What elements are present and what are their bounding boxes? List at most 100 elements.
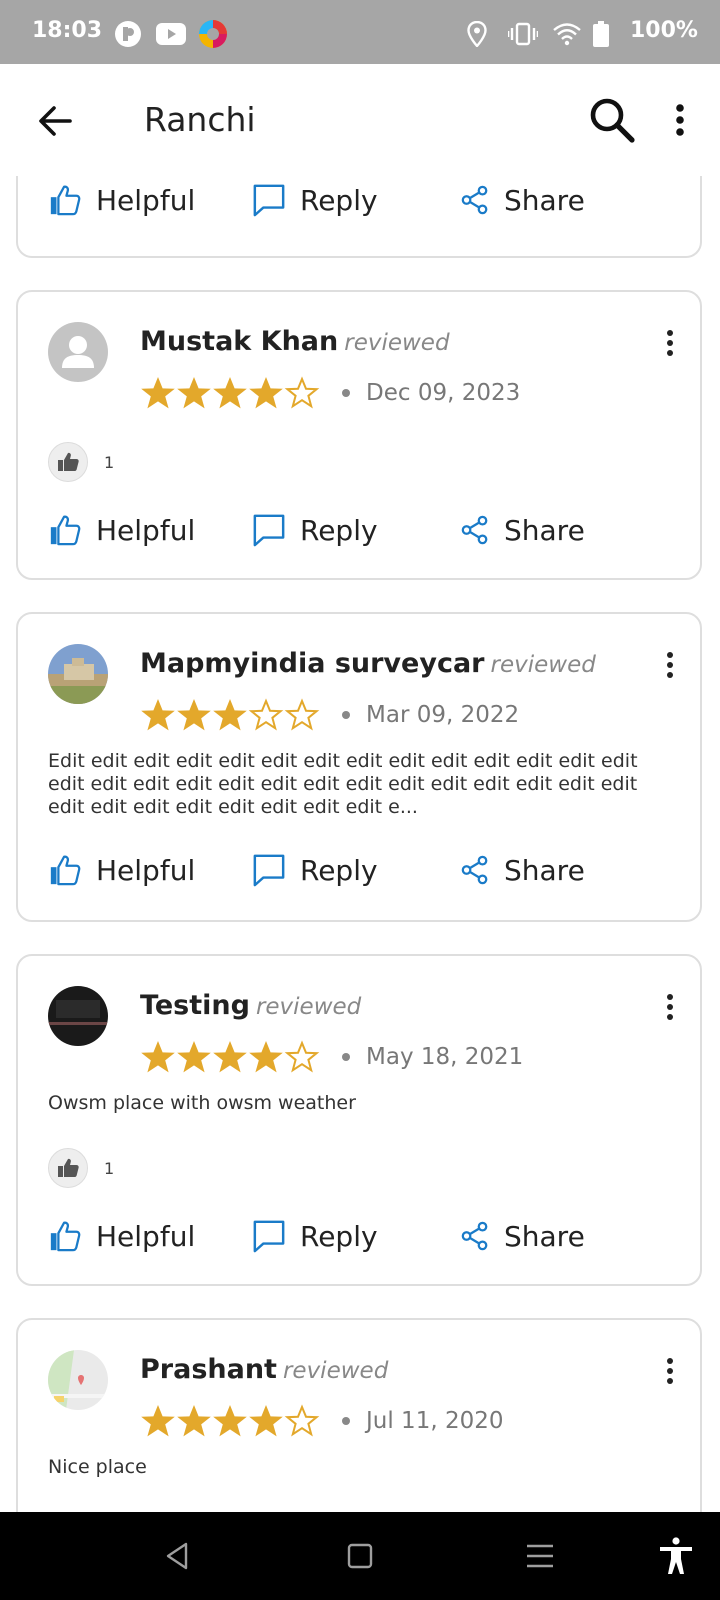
search-button[interactable] bbox=[588, 96, 636, 144]
status-time: 18:03 bbox=[32, 18, 103, 43]
reviewed-tag: reviewed bbox=[490, 652, 596, 678]
reply-button[interactable]: Reply bbox=[252, 176, 378, 228]
nav-home-icon[interactable] bbox=[340, 1536, 380, 1576]
reply-label: Reply bbox=[300, 183, 378, 217]
avatar[interactable] bbox=[48, 322, 108, 382]
reviewed-tag: reviewed bbox=[344, 330, 450, 356]
reviewed-tag: reviewed bbox=[255, 994, 362, 1020]
reviewer-name[interactable]: Mapmyindia surveycar bbox=[140, 648, 485, 679]
nav-recents-icon[interactable] bbox=[520, 1536, 560, 1576]
reviewer-line: Mustak Khan reviewed bbox=[140, 326, 450, 357]
star-filled-icon bbox=[248, 1040, 284, 1074]
helpful-button[interactable]: Helpful bbox=[48, 176, 195, 228]
reviewer-name[interactable]: Testing bbox=[140, 990, 250, 1021]
wifi-icon bbox=[552, 22, 582, 46]
like-badge bbox=[48, 1148, 88, 1188]
review-card: Helpful Reply Share bbox=[16, 176, 702, 258]
user-photo-icon bbox=[48, 644, 108, 704]
map-thumbnail-icon bbox=[48, 1350, 108, 1410]
thumbs-up-icon bbox=[48, 513, 82, 547]
rating-stars: Dec 09, 2023 bbox=[140, 376, 520, 410]
helpful-label: Helpful bbox=[96, 1219, 196, 1253]
share-icon bbox=[460, 1221, 490, 1251]
like-count: 1 bbox=[104, 1158, 115, 1178]
separator-dot bbox=[342, 1417, 350, 1425]
review-text[interactable]: Edit edit edit edit edit edit edit edit … bbox=[48, 750, 668, 819]
star-empty-icon bbox=[284, 1040, 320, 1074]
avatar[interactable] bbox=[48, 1350, 108, 1410]
rating-stars: Jul 11, 2020 bbox=[140, 1404, 503, 1438]
reviewer-name[interactable]: Mustak Khan bbox=[140, 326, 338, 357]
reply-button[interactable]: Reply bbox=[252, 502, 378, 558]
reviewed-tag: reviewed bbox=[282, 1358, 389, 1384]
star-filled-icon bbox=[140, 1404, 176, 1438]
arrow-left-icon bbox=[39, 106, 72, 136]
star-filled-icon bbox=[212, 376, 248, 410]
review-actions: Helpful Reply Share bbox=[18, 176, 704, 228]
star-filled-icon bbox=[176, 1404, 212, 1438]
helpful-button[interactable]: Helpful bbox=[48, 842, 195, 898]
share-icon bbox=[460, 185, 490, 215]
review-card: Mapmyindia surveycar reviewed Mar 09, 202… bbox=[16, 612, 702, 922]
helpful-button[interactable]: Helpful bbox=[48, 1208, 195, 1264]
overflow-menu-button[interactable] bbox=[668, 100, 692, 140]
accessibility-icon[interactable] bbox=[656, 1536, 696, 1576]
battery-percent: 100% bbox=[630, 18, 698, 43]
review-date: Dec 09, 2023 bbox=[366, 380, 521, 406]
helpful-label: Helpful bbox=[96, 853, 196, 887]
avatar[interactable] bbox=[48, 644, 108, 704]
star-filled-icon bbox=[248, 376, 284, 410]
thumbs-up-icon bbox=[48, 853, 82, 887]
review-more-icon[interactable] bbox=[662, 650, 678, 680]
share-icon bbox=[460, 855, 490, 885]
helpful-label: Helpful bbox=[96, 513, 196, 547]
avatar[interactable] bbox=[48, 986, 108, 1046]
default-user-icon bbox=[48, 322, 108, 382]
reviews-list[interactable]: Helpful Reply Share Mustak Khanreviewed bbox=[0, 176, 720, 1512]
reviewer-line: Testing reviewed bbox=[140, 990, 361, 1021]
system-nav-bar bbox=[0, 1512, 720, 1600]
review-actions: Helpful Reply Share bbox=[18, 502, 704, 558]
reply-label: Reply bbox=[300, 513, 378, 547]
star-filled-icon bbox=[212, 698, 248, 732]
app-notification-icon bbox=[114, 21, 142, 47]
review-card: Mustak Khan reviewed Dec 09, 2023 1 Helpf… bbox=[16, 290, 702, 580]
nav-back-icon[interactable] bbox=[158, 1536, 198, 1576]
separator-dot bbox=[342, 389, 350, 397]
share-button[interactable]: Share bbox=[460, 502, 585, 558]
star-filled-icon bbox=[248, 1404, 284, 1438]
star-filled-icon bbox=[140, 376, 176, 410]
chat-bubble-icon bbox=[252, 513, 286, 547]
star-filled-icon bbox=[212, 1404, 248, 1438]
back-button[interactable] bbox=[34, 98, 80, 144]
share-button[interactable]: Share bbox=[460, 176, 585, 228]
reply-label: Reply bbox=[300, 853, 378, 887]
review-actions: Helpful Reply Share bbox=[18, 842, 704, 898]
share-button[interactable]: Share bbox=[460, 1208, 585, 1264]
reply-button[interactable]: Reply bbox=[252, 1208, 378, 1264]
like-count-row: 1 bbox=[48, 442, 114, 482]
app-bar: Ranchi bbox=[0, 64, 720, 176]
star-filled-icon bbox=[176, 1040, 212, 1074]
star-empty-icon bbox=[284, 698, 320, 732]
star-filled-icon bbox=[212, 1040, 248, 1074]
review-more-icon[interactable] bbox=[662, 1356, 678, 1386]
separator-dot bbox=[342, 711, 350, 719]
helpful-button[interactable]: Helpful bbox=[48, 502, 195, 558]
review-text[interactable]: Nice place bbox=[48, 1456, 668, 1479]
review-more-icon[interactable] bbox=[662, 328, 678, 358]
share-label: Share bbox=[504, 853, 585, 887]
reply-label: Reply bbox=[300, 1219, 378, 1253]
thumbs-up-icon bbox=[56, 450, 80, 474]
chat-bubble-icon bbox=[252, 183, 286, 217]
review-date: Mar 09, 2022 bbox=[366, 702, 520, 728]
review-more-icon[interactable] bbox=[662, 992, 678, 1022]
chat-bubble-icon bbox=[252, 853, 286, 887]
like-badge bbox=[48, 442, 88, 482]
review-text[interactable]: Owsm place with owsm weather bbox=[48, 1092, 668, 1115]
review-date: Jul 11, 2020 bbox=[366, 1408, 504, 1434]
reviewer-name[interactable]: Prashant bbox=[140, 1354, 277, 1385]
reply-button[interactable]: Reply bbox=[252, 842, 378, 898]
share-button[interactable]: Share bbox=[460, 842, 585, 898]
star-filled-icon bbox=[176, 376, 212, 410]
